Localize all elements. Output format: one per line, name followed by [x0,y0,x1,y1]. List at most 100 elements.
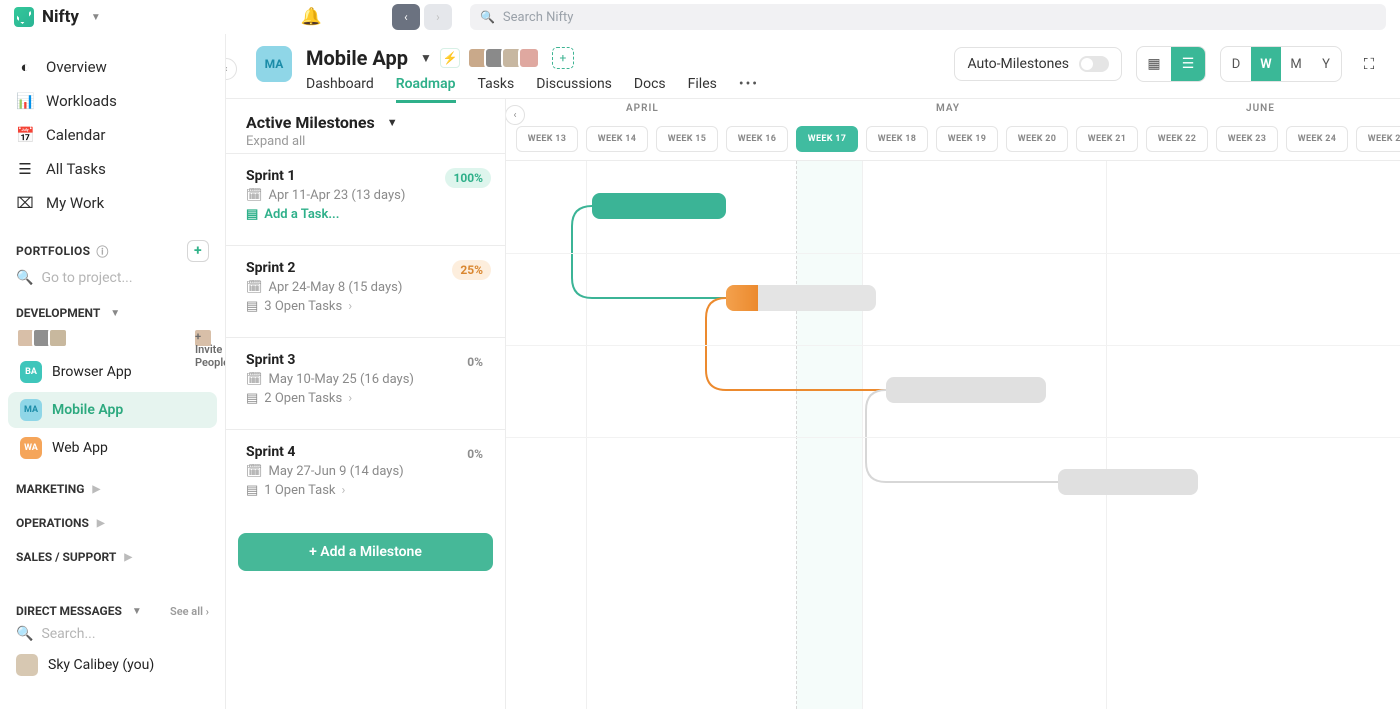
sidebar-item-label: All Tasks [46,160,106,178]
dm-see-all-link[interactable]: See all › [170,605,209,618]
goto-project-input[interactable]: 🔍 Go to project... [0,266,225,296]
chevron-down-icon[interactable]: ▼ [420,51,432,65]
gantt-bar-sprint3[interactable] [886,377,1046,403]
chevron-down-icon: ▼ [132,606,142,617]
briefcase-icon: ⌧ [16,194,34,212]
timeline-scroll-left[interactable]: ‹ [506,105,525,125]
sidebar-item-workloads[interactable]: 📊Workloads [0,84,225,118]
time-unit-year[interactable]: Y [1311,47,1341,81]
timeline-header: ‹ APRIL MAY JUNE WEEK 13 WEEK 14 WEEK 15… [506,99,1400,161]
project-browser-app[interactable]: BA Browser App [8,354,217,390]
grid-view-button[interactable]: ▦ [1137,47,1171,81]
sprint-name: Sprint 3 [246,352,485,368]
project-web-app[interactable]: WA Web App [8,430,217,466]
week-selector: WEEK 13 WEEK 14 WEEK 15 WEEK 16 WEEK 17 … [516,126,1400,152]
nav-forward-button[interactable]: › [424,4,452,30]
timeline-row [506,437,1400,529]
gantt-bar-sprint1[interactable] [592,193,726,219]
dm-search-input[interactable]: 🔍 Search... [0,624,225,644]
chevron-right-icon: › [206,605,209,618]
sprint-row[interactable]: Sprint 2 🗓Apr 24-May 8 (15 days) ▤3 Open… [226,245,505,337]
sprint-add-task-link[interactable]: ▤Add a Task... [246,207,485,222]
add-milestone-button[interactable]: + Add a Milestone [238,533,493,571]
avatar [518,47,540,69]
category-marketing[interactable]: MARKETING▶ [0,468,225,502]
progress-badge: 0% [459,444,491,464]
task-icon: ▤ [246,207,258,222]
sidebar-item-mywork[interactable]: ⌧ My Work [0,186,225,220]
week-chip[interactable]: WEEK 25 [1356,126,1400,152]
team-avatars: + Invite People [0,326,225,352]
project-icon: MA [256,46,292,82]
week-chip[interactable]: WEEK 18 [866,126,928,152]
search-placeholder: Search Nifty [503,10,574,25]
sidebar-item-overview[interactable]: ◐Overview [0,50,225,84]
invite-people-link[interactable]: + Invite People [193,328,213,348]
sprint-open-tasks[interactable]: ▤3 Open Tasks › [246,299,485,314]
week-chip[interactable]: WEEK 13 [516,126,578,152]
week-chip[interactable]: WEEK 23 [1216,126,1278,152]
task-icon: ▤ [246,299,258,314]
week-chip[interactable]: WEEK 20 [1006,126,1068,152]
sprint-row[interactable]: Sprint 4 🗓May 27-Jun 9 (14 days) ▤1 Open… [226,429,505,521]
time-unit-month[interactable]: M [1281,47,1311,81]
nav-back-button[interactable]: ‹ [392,4,420,30]
bell-icon[interactable]: 🔔 [301,7,322,27]
category-operations[interactable]: OPERATIONS▶ [0,502,225,536]
avatar[interactable] [48,328,68,348]
time-unit-day[interactable]: D [1221,47,1251,81]
chevron-right-icon: ▶ [97,518,105,529]
sidebar: ◐Overview 📊Workloads 📅Calendar ☰ All Task… [0,34,226,709]
sidebar-item-calendar[interactable]: 📅Calendar [0,118,225,152]
sprint-open-tasks[interactable]: ▤1 Open Task › [246,483,485,498]
automation-icon[interactable]: ⚡ [440,48,460,68]
category-label: SALES / SUPPORT [16,550,116,564]
list-icon: ☰ [16,160,34,178]
week-chip[interactable]: WEEK 19 [936,126,998,152]
week-chip[interactable]: WEEK 24 [1286,126,1348,152]
time-unit-week[interactable]: W [1251,47,1281,81]
gantt-bar-sprint4[interactable] [1058,469,1198,495]
week-chip[interactable]: WEEK 22 [1146,126,1208,152]
add-member-button[interactable]: + [552,47,574,69]
week-chip[interactable]: WEEK 16 [726,126,788,152]
sprint-row[interactable]: Sprint 1 🗓Apr 11-Apr 23 (13 days) ▤Add a… [226,153,505,245]
list-view-button[interactable]: ☰ [1171,47,1205,81]
sprint-row[interactable]: Sprint 3 🗓May 10-May 25 (16 days) ▤2 Ope… [226,337,505,429]
chevron-down-icon: ▼ [91,12,101,23]
milestones-title-row[interactable]: Active Milestones ▼ [246,113,485,132]
timeline-row [506,161,1400,253]
brand-menu[interactable]: Nifty ▼ [14,7,101,27]
project-members[interactable] [472,47,540,69]
calendar-icon: 📅 [16,126,34,144]
sprint-dates: 🗓May 27-Jun 9 (14 days) [246,464,485,479]
gauge-icon: ◐ [16,58,34,76]
global-search[interactable]: 🔍 Search Nifty [470,4,1386,30]
dm-user-self[interactable]: Sky Calibey (you) [0,644,225,686]
category-sales-support[interactable]: SALES / SUPPORT▶ [0,536,225,570]
sprint-name: Sprint 4 [246,444,485,460]
progress-badge: 0% [459,352,491,372]
timeline-row [506,253,1400,345]
help-icon[interactable]: ⓘ [96,243,108,260]
week-chip[interactable]: WEEK 14 [586,126,648,152]
sidebar-item-alltasks[interactable]: ☰ All Tasks [0,152,225,186]
sprint-open-tasks[interactable]: ▤2 Open Tasks › [246,391,485,406]
gantt-bar-sprint2[interactable] [726,285,876,311]
timeline[interactable]: ‹ APRIL MAY JUNE WEEK 13 WEEK 14 WEEK 15… [506,99,1400,709]
top-bar: Nifty ▼ 🔔 ‹ › 🔍 Search Nifty [0,0,1400,34]
auto-milestones-label: Auto-Milestones [967,56,1069,72]
roadmap-view: Active Milestones ▼ Expand all Sprint 1 … [226,98,1400,709]
auto-milestones-toggle[interactable]: Auto-Milestones [954,47,1122,81]
week-chip[interactable]: WEEK 17 [796,126,858,152]
sidebar-item-label: My Work [46,194,104,212]
progress-badge: 100% [445,168,491,188]
add-portfolio-button[interactable]: + [187,240,209,262]
week-chip[interactable]: WEEK 21 [1076,126,1138,152]
milestones-title: Active Milestones [246,113,375,132]
project-mobile-app[interactable]: MA Mobile App [8,392,217,428]
expand-all-link[interactable]: Expand all [246,134,485,149]
fullscreen-button[interactable]: ⛶ [1356,51,1382,77]
development-section[interactable]: DEVELOPMENT ▼ [0,296,225,326]
week-chip[interactable]: WEEK 15 [656,126,718,152]
